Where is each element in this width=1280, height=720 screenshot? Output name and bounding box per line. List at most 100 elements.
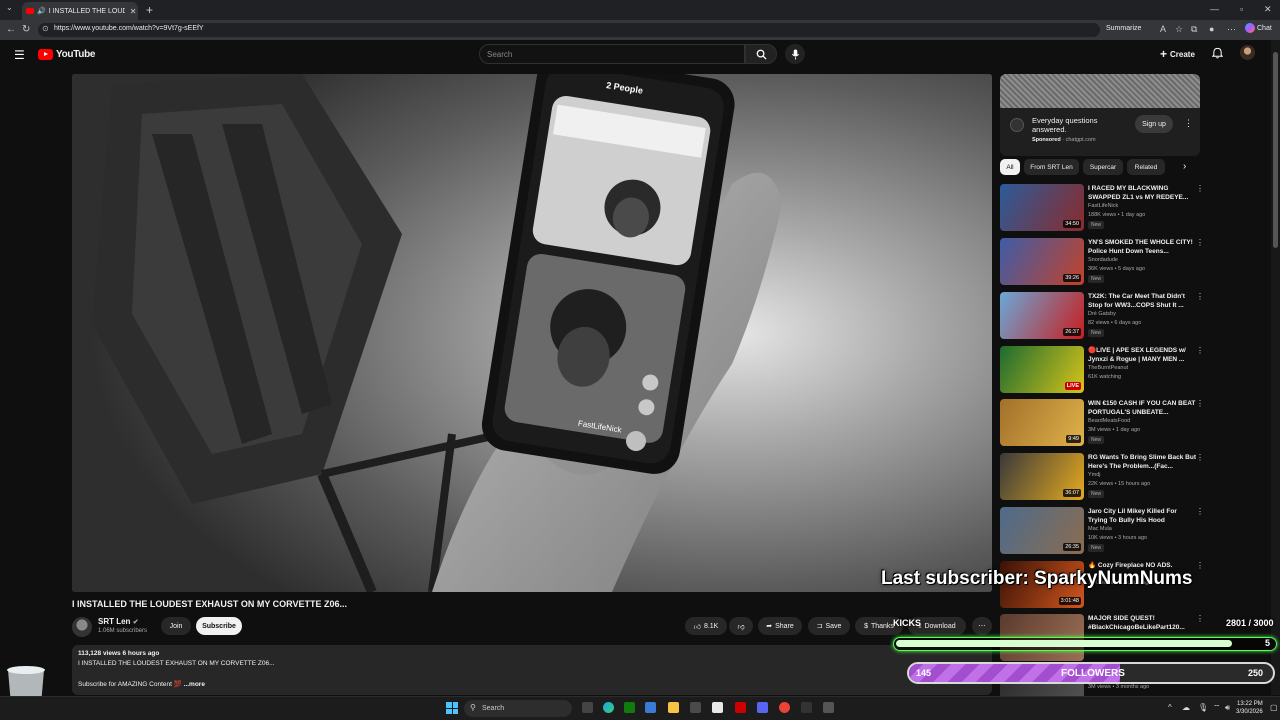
recommendation-title[interactable]: MAJOR SIDE QUEST! #BlackChicagoBeLikePar… — [1088, 614, 1196, 632]
tray-cloud-icon[interactable]: ☁ — [1182, 703, 1190, 712]
chip-supercar[interactable]: Supercar — [1083, 159, 1123, 175]
recommendation-item[interactable]: 34:50 I RACED MY BLACKWING SWAPPED ZL1 vs… — [1000, 184, 1205, 234]
sponsored-ad[interactable]: Everyday questions answered. Sponsored ·… — [1000, 74, 1200, 156]
wifi-icon[interactable]: ⌔ — [1213, 703, 1221, 713]
more-options-icon[interactable]: ⋮ — [1196, 561, 1204, 570]
menu-icon[interactable]: ☰ — [14, 48, 25, 62]
app-icon[interactable] — [823, 702, 834, 713]
copilot-app-icon[interactable] — [645, 702, 656, 713]
more-options-icon[interactable]: ⋮ — [1196, 614, 1204, 623]
recommendation-title[interactable]: RG Wants To Bring Slime Back But Here's … — [1088, 453, 1196, 471]
share-button[interactable]: ➦ Share — [758, 617, 802, 635]
save-button[interactable]: ⊐ Save — [808, 617, 850, 635]
ad-cta-button[interactable]: Sign up — [1135, 115, 1173, 133]
channel-name[interactable]: SRT Len ✔ — [98, 617, 139, 626]
youtube-app-icon[interactable] — [735, 702, 746, 713]
recommendation-channel[interactable]: BeardMeatsFood — [1088, 418, 1130, 424]
xbox-icon[interactable] — [624, 702, 635, 713]
favorite-icon[interactable]: ☆ — [1175, 24, 1183, 35]
speaker-icon[interactable]: 🔊 — [37, 7, 46, 15]
summarize-button[interactable]: Summarize — [1106, 25, 1141, 32]
file-explorer-icon[interactable] — [668, 702, 679, 713]
recommendation-item[interactable]: 26:35 Jaro City Lil Mikey Killed For Tryi… — [1000, 507, 1205, 557]
task-view-icon[interactable] — [582, 702, 593, 713]
minimize-icon[interactable]: — — [1210, 4, 1219, 14]
close-window-icon[interactable]: ✕ — [1264, 4, 1272, 15]
volume-icon[interactable]: 🔊︎ — [1225, 703, 1230, 713]
recommendation-item[interactable]: 26:37 TX2K: The Car Meet That Didn't Stop… — [1000, 292, 1205, 342]
video-thumbnail[interactable]: 9:49 — [1000, 399, 1084, 446]
read-aloud-icon[interactable]: A — [1160, 24, 1166, 34]
ad-menu-icon[interactable]: ⋮ — [1184, 118, 1193, 129]
start-button[interactable] — [446, 702, 458, 714]
clock[interactable]: 13:22 PM 3/30/2026 — [1236, 700, 1263, 716]
video-thumbnail[interactable]: 26:35 — [1000, 507, 1084, 554]
chrome-icon[interactable] — [779, 702, 790, 713]
join-button[interactable]: Join — [161, 617, 191, 635]
more-options-icon[interactable]: ⋮ — [1196, 453, 1204, 462]
account-avatar[interactable] — [1240, 45, 1255, 60]
video-thumbnail[interactable]: 39:26 — [1000, 238, 1084, 285]
recommendation-title[interactable]: Jaro City Lil Mikey Killed For Trying To… — [1088, 507, 1196, 525]
notification-icon[interactable]: ▢ — [1270, 703, 1278, 712]
more-options-icon[interactable]: ⋮ — [1196, 346, 1204, 355]
create-button[interactable]: + Create — [1160, 47, 1195, 61]
discord-icon[interactable] — [757, 702, 768, 713]
site-info-icon[interactable]: ⊙ — [42, 24, 49, 33]
more-options-icon[interactable]: ⋮ — [1196, 507, 1204, 516]
tab-actions-icon[interactable]: ⌄ — [6, 3, 13, 12]
tray-chevron-icon[interactable]: ^ — [1168, 703, 1172, 712]
new-tab-icon[interactable]: + — [146, 3, 153, 17]
more-options-icon[interactable]: ⋮ — [1196, 292, 1204, 301]
chip-related[interactable]: Related — [1127, 159, 1165, 175]
more-link[interactable]: ...more — [184, 681, 205, 688]
chevron-right-icon[interactable]: › — [1183, 161, 1186, 172]
like-button[interactable]: 👍︎ 8.1K — [685, 617, 727, 635]
close-tab-icon[interactable]: ✕ — [130, 7, 137, 16]
recommendation-title[interactable]: 🔴LIVE | APE SEX LEGENDS w/ Jynxzi & Rogu… — [1088, 346, 1196, 364]
video-thumbnail[interactable]: LIVE — [1000, 346, 1084, 393]
recommendation-item[interactable]: 36:07 RG Wants To Bring Slime Back But He… — [1000, 453, 1205, 503]
subscribe-button[interactable]: Subscribe — [196, 617, 242, 635]
chip-all[interactable]: All — [1000, 159, 1020, 175]
dislike-button[interactable]: 👎︎ — [729, 617, 753, 635]
more-icon[interactable]: ⋯ — [1227, 24, 1236, 35]
taskbar-search[interactable]: ⚲ Search — [464, 700, 572, 717]
recommendation-item[interactable]: 9:49 WIN €150 CASH IF YOU CAN BEAT PORTUG… — [1000, 399, 1205, 449]
page-scrollbar[interactable] — [1271, 40, 1280, 695]
tray-mic-icon[interactable]: 🎙︎ — [1198, 703, 1208, 712]
address-bar[interactable]: ⊙ https://www.youtube.com/watch?v=9Vt7g-… — [38, 23, 1100, 37]
more-options-icon[interactable]: ⋮ — [1196, 238, 1204, 247]
recommendation-channel[interactable]: FastLifeNick — [1088, 203, 1118, 209]
copilot-button[interactable]: Chat — [1245, 23, 1272, 33]
more-options-icon[interactable]: ⋮ — [1196, 184, 1204, 193]
recommendation-title[interactable]: YN'S SMOKED THE WHOLE CITY! Police Hunt … — [1088, 238, 1196, 256]
recommendation-item[interactable]: 39:26 YN'S SMOKED THE WHOLE CITY! Police … — [1000, 238, 1205, 288]
more-options-icon[interactable]: ⋮ — [1196, 399, 1204, 408]
profile-icon[interactable]: ● — [1209, 24, 1214, 34]
recommendation-channel[interactable]: TheBurntPeanut — [1088, 365, 1128, 371]
search-input[interactable]: Search — [479, 44, 745, 64]
store-icon[interactable] — [690, 702, 701, 713]
more-actions-button[interactable]: ⋯ — [972, 617, 992, 635]
reload-icon[interactable]: ↻ — [22, 24, 30, 35]
amazon-icon[interactable] — [712, 702, 723, 713]
voice-search-button[interactable] — [785, 44, 805, 64]
scrollbar-thumb[interactable] — [1273, 52, 1278, 248]
browser-tab[interactable]: 🔊 I INSTALLED THE LOUDEST E ✕ — [22, 2, 138, 20]
video-thumbnail[interactable]: 34:50 — [1000, 184, 1084, 231]
recommendation-item[interactable]: LIVE 🔴LIVE | APE SEX LEGENDS w/ Jynxzi & … — [1000, 346, 1205, 396]
recommendation-channel[interactable]: Ymdj — [1088, 472, 1101, 478]
video-thumbnail[interactable]: 26:37 — [1000, 292, 1084, 339]
recommendation-title[interactable]: WIN €150 CASH IF YOU CAN BEAT PORTUGAL'S… — [1088, 399, 1196, 417]
recommendation-title[interactable]: TX2K: The Car Meet That Didn't Stop for … — [1088, 292, 1196, 310]
chip-from-srt-len[interactable]: From SRT Len — [1024, 159, 1079, 175]
description-box[interactable]: 113,128 views 6 hours ago I INSTALLED TH… — [72, 645, 992, 695]
recommendation-title[interactable]: I RACED MY BLACKWING SWAPPED ZL1 vs MY R… — [1088, 184, 1196, 202]
recommendation-channel[interactable]: Snordadude — [1088, 257, 1118, 263]
channel-avatar[interactable] — [72, 617, 92, 637]
notifications-icon[interactable] — [1212, 47, 1223, 59]
search-button[interactable] — [745, 44, 777, 64]
back-icon[interactable]: ← — [6, 24, 16, 35]
obs-icon[interactable] — [801, 702, 812, 713]
